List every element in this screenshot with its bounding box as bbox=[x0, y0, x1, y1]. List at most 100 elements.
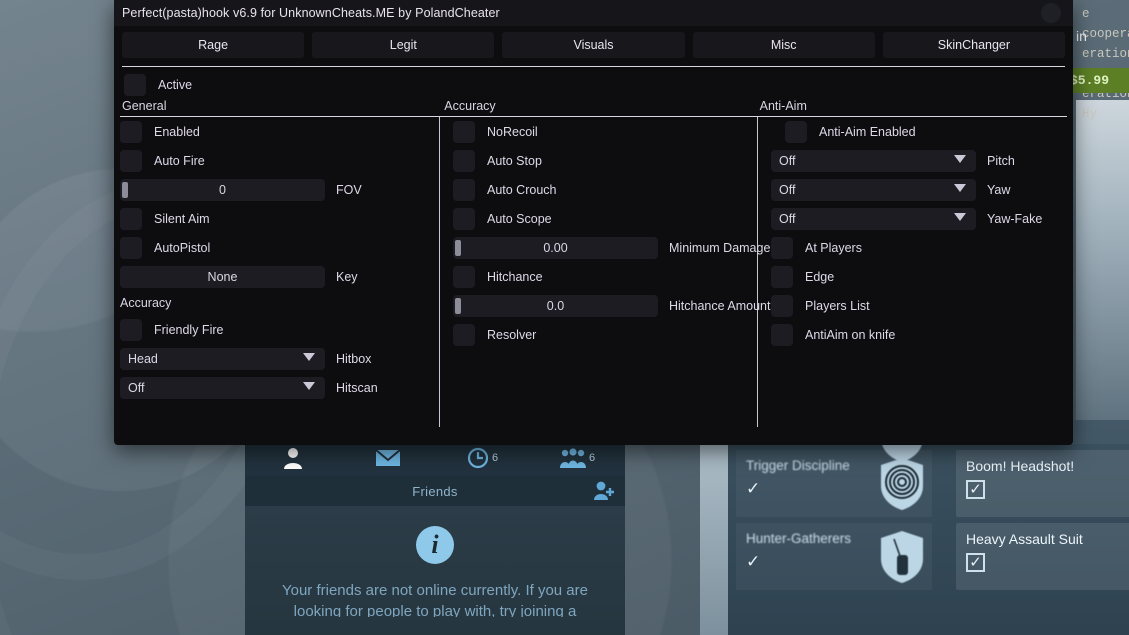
fov-row[interactable]: 0 FOV bbox=[120, 175, 435, 204]
window-close-button[interactable] bbox=[1041, 3, 1061, 23]
achievement-card[interactable]: Heavy Assault Suit ✓ bbox=[956, 523, 1129, 590]
accuracy-header: Accuracy bbox=[444, 99, 496, 113]
hitbox-dropdown[interactable]: Head bbox=[120, 347, 325, 370]
min-damage-slider-handle[interactable] bbox=[455, 239, 461, 256]
background-panel-strip bbox=[700, 440, 730, 635]
tab-label: Misc bbox=[770, 38, 797, 52]
at-players-checkbox[interactable] bbox=[771, 236, 793, 259]
tab-bar: Rage Legit Visuals Misc SkinChanger bbox=[114, 26, 1073, 66]
silent-aim-row[interactable]: Silent Aim bbox=[120, 204, 435, 233]
yaw-fake-dropdown[interactable]: Off bbox=[771, 207, 976, 230]
hitscan-row[interactable]: Off Hitscan bbox=[120, 373, 435, 402]
players-list-checkbox[interactable] bbox=[771, 294, 793, 317]
friendly-fire-checkbox[interactable] bbox=[120, 318, 142, 341]
hitchance-amount-row[interactable]: 0.0 Hitchance Amount bbox=[453, 291, 770, 320]
auto-crouch-checkbox[interactable] bbox=[453, 178, 475, 201]
min-damage-slider[interactable]: 0.00 bbox=[453, 236, 658, 259]
norecoil-row[interactable]: NoRecoil bbox=[453, 117, 753, 146]
at-players-row[interactable]: At Players bbox=[771, 233, 1069, 262]
messages-icon[interactable] bbox=[340, 449, 435, 467]
general-accuracy-subheader: Accuracy bbox=[120, 296, 172, 310]
hitbox-row[interactable]: Head Hitbox bbox=[120, 344, 435, 373]
pending-invites-icon[interactable]: 6 bbox=[435, 447, 530, 469]
tab-misc[interactable]: Misc bbox=[692, 32, 875, 58]
achievements-column-left: Stab Stab Zap ✓ Trigger Discipline ✓ bbox=[736, 420, 932, 596]
norecoil-checkbox[interactable] bbox=[453, 120, 475, 143]
achievement-card[interactable]: Hunter-Gatherers ✓ bbox=[736, 523, 932, 590]
shield-target-icon bbox=[881, 458, 923, 510]
auto-fire-row[interactable]: Auto Fire bbox=[120, 146, 435, 175]
key-row[interactable]: None Key bbox=[120, 262, 435, 291]
profile-icon[interactable] bbox=[245, 447, 340, 469]
antiaim-column: Anti-Aim Enabled Off Pitch Off Yaw Off Y… bbox=[757, 117, 1073, 402]
fov-slider-handle[interactable] bbox=[122, 181, 128, 198]
achievement-title-clipped: in bbox=[1076, 28, 1087, 44]
silent-aim-checkbox[interactable] bbox=[120, 207, 142, 230]
chevron-down-icon bbox=[954, 212, 966, 221]
antiaim-knife-checkbox[interactable] bbox=[771, 323, 793, 346]
general-header-cell: General bbox=[122, 99, 444, 116]
tab-skinchanger[interactable]: SkinChanger bbox=[882, 32, 1066, 58]
window-title: Perfect(pasta)hook v6.9 for UnknownCheat… bbox=[122, 6, 500, 20]
edge-row[interactable]: Edge bbox=[771, 262, 1069, 291]
active-checkbox[interactable] bbox=[124, 74, 146, 96]
achievement-card[interactable]: Boom! Headshot! ✓ bbox=[956, 450, 1129, 517]
enabled-row[interactable]: Enabled bbox=[120, 117, 435, 146]
tab-label: Visuals bbox=[573, 38, 614, 52]
auto-crouch-label: Auto Crouch bbox=[487, 182, 557, 197]
achievement-title: Boom! Headshot! bbox=[966, 458, 1075, 474]
yaw-value: Off bbox=[779, 182, 796, 197]
antiaim-enabled-label: Anti-Aim Enabled bbox=[819, 124, 916, 139]
antiaim-knife-row[interactable]: AntiAim on knife bbox=[771, 320, 1069, 349]
yaw-row[interactable]: Off Yaw bbox=[771, 175, 1069, 204]
hitchance-amount-slider-handle[interactable] bbox=[455, 297, 461, 314]
antiaim-knife-label: AntiAim on knife bbox=[805, 327, 896, 342]
tab-legit[interactable]: Legit bbox=[312, 32, 495, 58]
groups-count: 6 bbox=[588, 452, 596, 464]
add-friend-icon[interactable] bbox=[593, 480, 615, 507]
window-title-bar[interactable]: Perfect(pasta)hook v6.9 for UnknownCheat… bbox=[114, 0, 1073, 26]
auto-scope-row[interactable]: Auto Scope bbox=[453, 204, 753, 233]
antiaim-enabled-checkbox[interactable] bbox=[785, 120, 807, 143]
yaw-fake-row[interactable]: Off Yaw-Fake bbox=[771, 204, 1069, 233]
chevron-down-icon bbox=[954, 183, 966, 192]
hitchance-amount-slider[interactable]: 0.0 bbox=[453, 294, 658, 317]
enabled-checkbox[interactable] bbox=[120, 120, 142, 143]
resolver-row[interactable]: Resolver bbox=[453, 320, 753, 349]
auto-stop-row[interactable]: Auto Stop bbox=[453, 146, 753, 175]
yaw-label: Yaw bbox=[987, 182, 1011, 197]
min-damage-row[interactable]: 0.00 Minimum Damage bbox=[453, 233, 770, 262]
pitch-dropdown[interactable]: Off bbox=[771, 149, 976, 172]
resolver-checkbox[interactable] bbox=[453, 323, 475, 346]
antiaim-enabled-row[interactable]: Anti-Aim Enabled bbox=[771, 117, 1069, 146]
auto-stop-checkbox[interactable] bbox=[453, 149, 475, 172]
store-price-button[interactable]: $5.99 bbox=[1066, 68, 1129, 93]
autopistol-row[interactable]: AutoPistol bbox=[120, 233, 435, 262]
hitchance-row[interactable]: Hitchance bbox=[453, 262, 753, 291]
edge-checkbox[interactable] bbox=[771, 265, 793, 288]
tab-rage[interactable]: Rage bbox=[122, 32, 305, 58]
hitscan-dropdown[interactable]: Off bbox=[120, 376, 325, 399]
screen: e cooperat eration Hy eration Hy $5.99 S… bbox=[0, 0, 1129, 635]
auto-scope-checkbox[interactable] bbox=[453, 207, 475, 230]
key-label: Key bbox=[336, 269, 358, 284]
resolver-label: Resolver bbox=[487, 327, 537, 342]
pitch-row[interactable]: Off Pitch bbox=[771, 146, 1069, 175]
friendly-fire-row[interactable]: Friendly Fire bbox=[120, 315, 435, 344]
groups-icon[interactable]: 6 bbox=[530, 448, 625, 468]
tab-visuals[interactable]: Visuals bbox=[502, 32, 685, 58]
achievement-card[interactable]: Trigger Discipline ✓ bbox=[736, 450, 932, 517]
auto-crouch-row[interactable]: Auto Crouch bbox=[453, 175, 753, 204]
friends-empty-state: i Your friends are not online currently.… bbox=[245, 506, 625, 635]
achievement-check-icon: ✓ bbox=[966, 553, 985, 572]
fov-slider[interactable]: 0 bbox=[120, 178, 325, 201]
yaw-fake-value: Off bbox=[779, 211, 796, 226]
players-list-row[interactable]: Players List bbox=[771, 291, 1069, 320]
autopistol-checkbox[interactable] bbox=[120, 236, 142, 259]
edge-label: Edge bbox=[805, 269, 835, 284]
yaw-dropdown[interactable]: Off bbox=[771, 178, 976, 201]
hitchance-checkbox[interactable] bbox=[453, 265, 475, 288]
auto-fire-checkbox[interactable] bbox=[120, 149, 142, 172]
key-button[interactable]: None bbox=[120, 265, 325, 288]
active-toggle-row[interactable]: Active bbox=[114, 71, 1073, 99]
